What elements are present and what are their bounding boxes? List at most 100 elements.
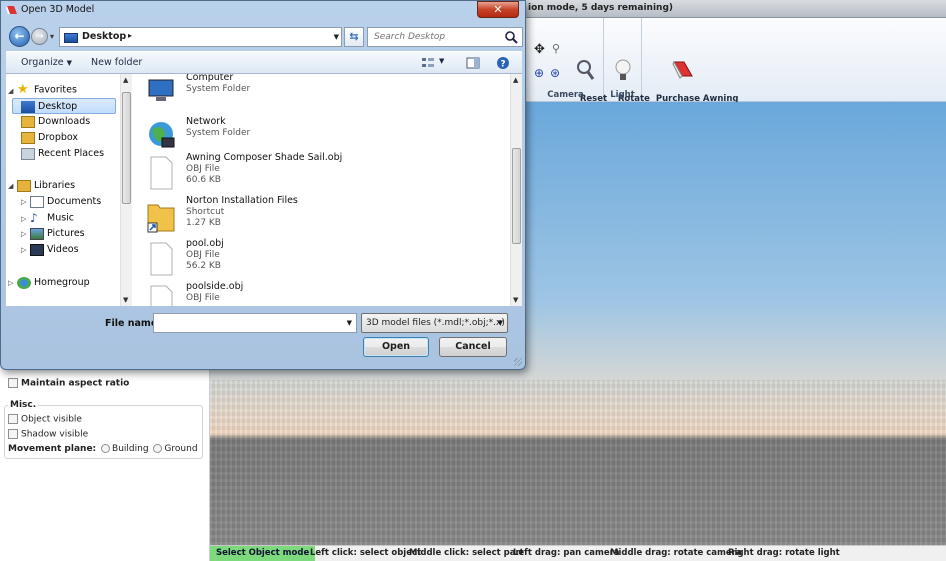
scroll-up-icon[interactable]: ▲	[123, 76, 128, 84]
nav-item-documents[interactable]: ▷ Documents	[21, 194, 101, 210]
expand-icon[interactable]: ▷	[21, 226, 30, 242]
collapse-icon[interactable]: ◢	[8, 178, 17, 194]
search-box[interactable]	[367, 27, 523, 47]
forward-button[interactable]: →	[31, 28, 48, 45]
nav-item-videos[interactable]: ▷ Videos	[21, 242, 79, 258]
object-visible-checkbox[interactable]	[8, 414, 18, 424]
collapse-icon[interactable]: ◢	[8, 83, 17, 99]
resize-grip[interactable]	[514, 358, 522, 366]
pan-icon[interactable]: ✥	[534, 42, 545, 57]
computer-icon	[148, 79, 174, 101]
file-scroll-thumb[interactable]	[512, 148, 521, 244]
ribbon-group-camera: ✥ ⚲ ⊕ ⊛ Reset Camera Camera	[528, 18, 607, 114]
back-arrow-icon: ←	[14, 29, 25, 43]
file-scrollbar[interactable]: ▲ ▼	[510, 74, 522, 306]
help-icon[interactable]: ?	[496, 56, 510, 70]
scroll-down-icon[interactable]: ▼	[513, 296, 518, 304]
status-hint: Middle click: select part	[409, 548, 524, 558]
document-icon	[150, 242, 173, 276]
nav-item-music[interactable]: ▷ ♪ Music	[21, 210, 74, 226]
file-type: System Folder	[186, 84, 251, 94]
expand-icon[interactable]: ▷	[21, 194, 30, 210]
file-type-value: 3D model files (*.mdl;*.obj;*.x)	[366, 318, 505, 328]
preview-pane-icon[interactable]	[466, 56, 480, 70]
shadow-visible-row[interactable]: Shadow visible	[8, 429, 88, 440]
nav-item-libraries[interactable]: ◢ Libraries	[8, 178, 75, 194]
address-bar[interactable]: Desktop ▸ ▼	[59, 27, 342, 47]
file-item-computer[interactable]: Computer System Folder	[146, 74, 506, 112]
file-name: poolside.obj	[186, 281, 244, 292]
maintain-aspect-checkbox[interactable]	[8, 378, 18, 388]
status-mode: Select Object mode	[210, 546, 316, 561]
status-hint: Right drag: rotate light	[728, 548, 840, 558]
zoom-icon[interactable]: ⚲	[552, 42, 560, 55]
search-icon[interactable]	[504, 30, 518, 44]
magnifier-icon	[577, 60, 595, 80]
view-dropdown-icon[interactable]: ▼	[439, 57, 444, 65]
history-dropdown-icon[interactable]: ▾	[50, 32, 54, 41]
ribbon-group-purchase: Purchase Awning Composer	[642, 18, 738, 114]
dropdown-caret-icon: ▼	[66, 59, 72, 67]
nav-item-favorites[interactable]: ◢ ★ Favorites	[8, 82, 77, 98]
new-folder-button[interactable]: New folder	[91, 57, 142, 68]
desktop-icon	[21, 100, 35, 113]
file-name: Network	[186, 116, 226, 127]
orbit-icon[interactable]: ⊕	[534, 66, 544, 80]
expand-icon[interactable]: ▷	[21, 242, 30, 258]
view-options-icon[interactable]	[421, 56, 435, 70]
shadow-visible-checkbox[interactable]	[8, 429, 18, 439]
nav-item-pictures[interactable]: ▷ Pictures	[21, 226, 85, 242]
dialog-title: Open 3D Model	[21, 4, 95, 15]
folder-shortcut-icon	[147, 204, 175, 233]
nav-item-desktop[interactable]: Desktop	[12, 98, 116, 114]
status-bar: Select Object mode Left click: select ob…	[210, 545, 946, 561]
file-name-field[interactable]	[154, 314, 339, 332]
address-dropdown-icon[interactable]: ▼	[334, 33, 339, 41]
scroll-down-icon[interactable]: ▼	[123, 296, 128, 304]
ribbon-group-light: Rotate Light Light	[604, 18, 650, 114]
svg-text:?: ?	[500, 60, 505, 70]
nav-item-recent-places[interactable]: Recent Places	[21, 146, 104, 162]
open-button[interactable]: Open	[363, 337, 429, 357]
file-item-awning-sail[interactable]: Awning Composer Shade Sail.obj OBJ File …	[146, 152, 506, 196]
maintain-aspect-row[interactable]: Maintain aspect ratio	[8, 378, 129, 389]
file-type-select[interactable]: 3D model files (*.mdl;*.obj;*.x) ▼	[361, 313, 508, 333]
file-name-combobox[interactable]: ▼	[153, 313, 357, 333]
expand-icon[interactable]: ▷	[8, 275, 17, 291]
nav-label: Recent Places	[38, 148, 105, 159]
nav-scroll-thumb[interactable]	[122, 92, 131, 204]
file-name: Norton Installation Files	[186, 195, 298, 206]
file-item-norton[interactable]: Norton Installation Files Shortcut 1.27 …	[146, 195, 506, 239]
nav-label: Favorites	[34, 84, 77, 96]
breadcrumb-chevron-icon[interactable]: ▸	[128, 31, 132, 40]
network-globe-icon	[149, 122, 175, 148]
file-item-poolside[interactable]: poolside.obj OBJ File	[146, 281, 506, 306]
address-crumb[interactable]: Desktop	[82, 31, 126, 42]
search-input[interactable]	[368, 28, 498, 46]
ground-radio[interactable]	[153, 444, 163, 453]
building-radio[interactable]	[101, 444, 111, 453]
scroll-up-icon[interactable]: ▲	[513, 76, 518, 84]
back-button[interactable]: ←	[9, 26, 30, 47]
orbit-alt-icon[interactable]: ⊛	[550, 66, 560, 80]
nav-scrollbar[interactable]: ▲ ▼	[120, 74, 132, 306]
nav-item-dropbox[interactable]: Dropbox	[21, 130, 78, 146]
nav-item-homegroup[interactable]: ▷ Homegroup	[8, 275, 90, 291]
file-name-dropdown-icon[interactable]: ▼	[347, 319, 352, 327]
organize-button[interactable]: Organize ▼	[21, 57, 72, 68]
expand-icon[interactable]: ▷	[21, 211, 30, 227]
refresh-button[interactable]: ⇆	[344, 27, 364, 47]
nav-item-downloads[interactable]: Downloads	[21, 114, 90, 130]
downloads-folder-icon	[21, 115, 35, 128]
close-button[interactable]: ✕	[477, 1, 519, 18]
browser-panes: ◢ ★ Favorites Desktop Downloads Dropbox Re…	[6, 74, 522, 306]
nav-label: Libraries	[34, 180, 76, 191]
file-list: Computer System Folder Network System Fo…	[132, 74, 510, 306]
file-item-pool[interactable]: pool.obj OBJ File 56.2 KB	[146, 238, 506, 282]
star-icon: ★	[17, 82, 29, 97]
object-visible-row[interactable]: Object visible	[8, 414, 82, 425]
cancel-button[interactable]: Cancel	[439, 337, 507, 357]
libraries-icon	[17, 179, 31, 192]
file-type: OBJ File	[186, 164, 220, 174]
file-type-dropdown-icon: ▼	[497, 319, 503, 327]
